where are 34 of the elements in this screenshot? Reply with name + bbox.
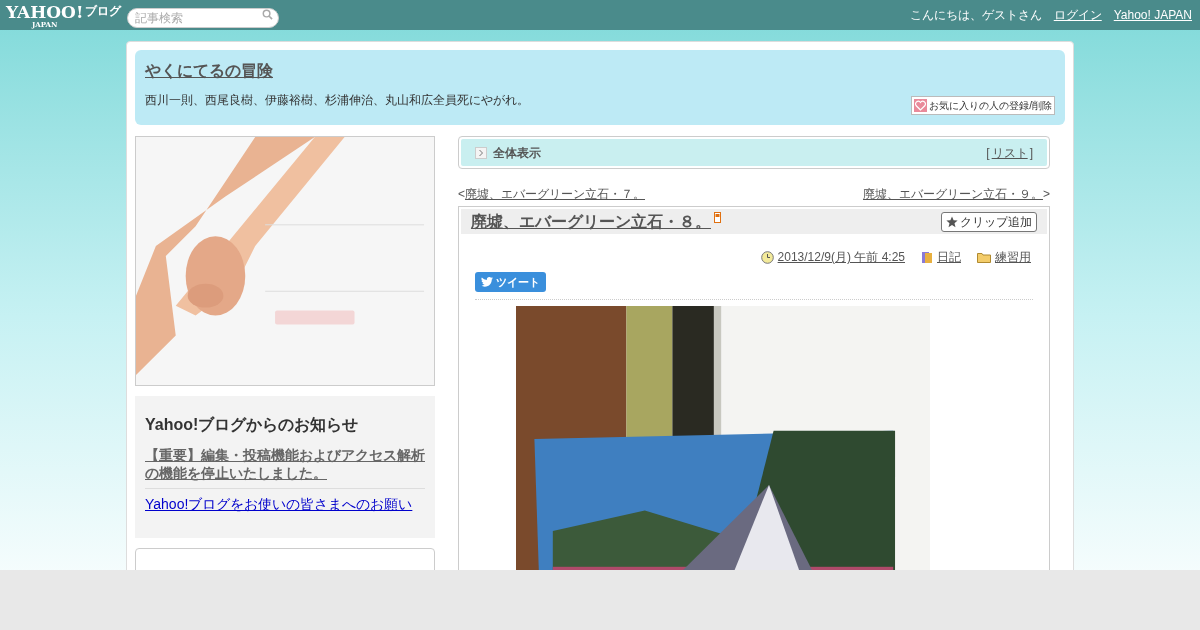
bracket-text: ] bbox=[1029, 144, 1033, 162]
chevron-icon bbox=[475, 146, 487, 159]
bracket-text: [ bbox=[986, 144, 990, 162]
clip-button[interactable]: クリップ追加 bbox=[941, 211, 1037, 232]
prev-post-link[interactable]: 廃墟、エバーグリーン立石・７。 bbox=[465, 185, 645, 203]
notice-link[interactable]: Yahoo!ブログをお使いの皆さまへのお願い bbox=[145, 495, 425, 513]
notice-title: Yahoo!ブログからのお知らせ bbox=[145, 415, 360, 435]
bird-icon bbox=[481, 277, 493, 287]
blog-description: 西川一則、西尾良樹、伊藤裕樹、杉浦伸治、丸山和広全員死にやがれ。 bbox=[145, 92, 529, 109]
logo[interactable]: YAHOO! bbox=[6, 4, 84, 21]
folder-link[interactable]: 練習用 bbox=[995, 248, 1031, 266]
prev-mark: < bbox=[458, 186, 465, 203]
next-post-link[interactable]: 廃墟、エバーグリーン立石・９。 bbox=[863, 185, 1043, 203]
folder-icon bbox=[977, 251, 991, 263]
search-field[interactable]: 記事検索 bbox=[127, 8, 280, 28]
book-icon bbox=[921, 250, 933, 264]
header-link[interactable]: ログイン bbox=[1053, 6, 1102, 24]
date-link[interactable]: 2013/12/9(月) 午前 4:25 bbox=[777, 248, 905, 266]
heart-icon bbox=[914, 99, 928, 112]
category-link[interactable]: 日記 bbox=[937, 248, 961, 266]
list-link[interactable]: リスト bbox=[991, 143, 1028, 162]
blog-title[interactable]: やくにてるの冒険 bbox=[145, 59, 1055, 83]
favorite-button[interactable]: お気に入りの人の登録/削除 bbox=[911, 96, 1055, 115]
notice-link[interactable]: 【重要】編集・投稿機能およびアクセス解析の機能を停止いたしました。 bbox=[145, 446, 425, 482]
category-label: 全体表示 bbox=[493, 144, 541, 162]
service-name: ブログ bbox=[85, 3, 122, 20]
header-link[interactable]: Yahoo! JAPAN bbox=[1113, 6, 1192, 24]
star-icon bbox=[946, 215, 958, 228]
mobile-icon bbox=[714, 212, 721, 223]
search-icon[interactable] bbox=[262, 9, 274, 20]
greeting-text: こんにちは、ゲストさん bbox=[909, 7, 1042, 24]
post-title[interactable]: 廃墟、エバーグリーン立石・８。 bbox=[471, 209, 711, 234]
next-mark: > bbox=[1043, 186, 1050, 203]
clock-icon bbox=[760, 250, 774, 264]
